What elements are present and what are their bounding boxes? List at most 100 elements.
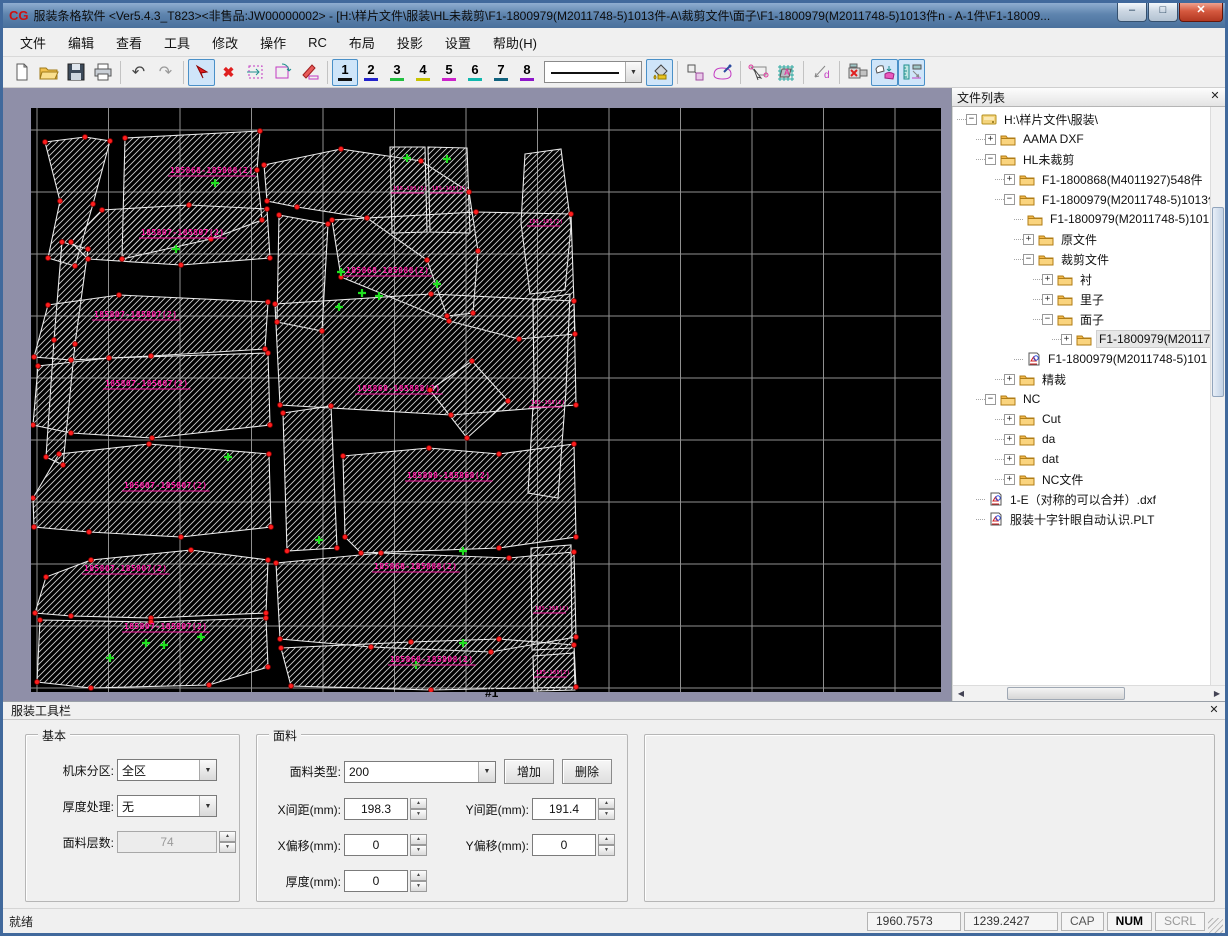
pattern-piece-center-column[interactable] [282,405,338,552]
notch-point[interactable] [263,615,269,621]
tree-item-4[interactable]: − F1-1800979(M2011748-5)1013件 [953,189,1210,209]
tree-item-18[interactable]: + NC文件 [953,469,1210,489]
machine-clear-button[interactable] [844,59,871,86]
notch-point[interactable] [265,557,271,563]
dock-close-icon[interactable]: ✕ [1207,704,1221,718]
machine-zone-select[interactable]: 全区 ▼ [117,759,217,781]
add-fabric-button[interactable]: 增加 [504,759,554,784]
minimize-button[interactable]: – [1117,3,1147,22]
expand-icon[interactable]: + [1004,413,1015,425]
save-button[interactable] [62,59,89,86]
notch-point[interactable] [43,454,49,460]
notch-point[interactable] [496,636,502,642]
notch-point[interactable] [45,302,51,308]
notch-point[interactable] [43,574,49,580]
y-offset-stepper[interactable]: ▲ ▼ [598,834,615,856]
notch-point[interactable] [334,545,340,551]
menu-item-6[interactable]: RC [297,31,338,54]
spinner-down-icon[interactable]: ▼ [410,881,427,892]
resize-grip[interactable] [1208,918,1223,933]
notch-point[interactable] [59,239,65,245]
expand-icon[interactable]: + [1042,293,1053,305]
notch-point[interactable] [37,617,43,623]
notch-point[interactable] [470,310,476,316]
notch-point[interactable] [34,679,40,685]
notch-point[interactable] [342,534,348,540]
tree-item-1[interactable]: + AAMA DXF [953,129,1210,149]
notch-point[interactable] [418,158,424,164]
notch-point[interactable] [60,462,66,468]
notch-point[interactable] [328,403,334,409]
layer-button-7[interactable]: 7 [488,59,514,86]
maximize-button[interactable]: □ [1148,3,1178,22]
close-button[interactable]: ✕ [1179,3,1223,22]
title-bar[interactable]: CG 服装条格软件 <Ver5.4.3_T823><非售品:JW00000002… [3,3,1225,28]
tree-item-16[interactable]: + da [953,429,1210,449]
spinner-down-icon[interactable]: ▼ [410,845,427,856]
tree-item-20[interactable]: 服装十字针眼自动认识.PLT [953,509,1210,529]
notch-point[interactable] [428,687,434,692]
notch-point[interactable] [86,529,92,535]
chevron-down-icon[interactable]: ▼ [199,796,216,816]
notch-point[interactable] [42,139,48,145]
notch-point[interactable] [106,355,112,361]
notch-point[interactable] [464,435,470,441]
notch-point[interactable] [428,291,434,297]
thickness-mode-select[interactable]: 无 ▼ [117,795,217,817]
notch-point[interactable] [188,547,194,553]
fabric-layers-stepper[interactable]: ▲ ▼ [219,831,236,853]
tree-item-12[interactable]: F1-1800979(M2011748-5)101 [953,349,1210,369]
notch-point[interactable] [572,331,578,337]
notch-point[interactable] [51,337,57,343]
notch-point[interactable] [119,256,125,262]
grid-text-button[interactable]: A [772,59,799,86]
notch-point[interactable] [31,354,37,360]
notch-point[interactable] [276,212,282,218]
transform-in-button[interactable] [242,59,269,86]
notch-point[interactable] [31,422,36,428]
tree-item-10[interactable]: − 面子 [953,309,1210,329]
menu-item-3[interactable]: 工具 [153,29,201,56]
menu-item-7[interactable]: 布局 [338,29,386,56]
notch-point[interactable] [277,636,283,642]
select-piece-button[interactable] [745,59,772,86]
notch-point[interactable] [278,645,284,651]
notch-point[interactable] [426,445,432,451]
spinner-up-icon[interactable]: ▲ [410,870,427,881]
thickness-field[interactable]: 0 [344,870,408,892]
notch-point[interactable] [146,441,152,447]
layer-button-1[interactable]: 1 [332,58,358,86]
menu-item-0[interactable]: 文件 [9,29,57,56]
notch-point[interactable] [444,313,450,319]
tree-hscroll-track[interactable] [969,686,1209,701]
notch-point[interactable] [573,534,579,540]
notch-point[interactable] [267,422,273,428]
notch-point[interactable] [408,639,414,645]
notch-point[interactable] [259,217,265,223]
notch-point[interactable] [35,363,41,369]
expand-icon[interactable]: + [1004,173,1015,185]
notch-point[interactable] [72,263,78,269]
notch-point[interactable] [568,211,574,217]
notch-point[interactable] [496,545,502,551]
thickness-stepper[interactable]: ▲ ▼ [410,870,427,892]
notch-point[interactable] [257,128,263,134]
x-offset-field[interactable]: 0 [344,834,408,856]
spinner-down-icon[interactable]: ▼ [410,809,427,820]
redo-button[interactable]: ↷ [152,59,179,86]
notch-point[interactable] [264,206,270,212]
spinner-up-icon[interactable]: ▲ [410,798,427,809]
offset-button[interactable] [296,59,323,86]
notch-point[interactable] [178,534,184,540]
notch-point[interactable] [45,255,51,261]
spinner-down-icon[interactable]: ▼ [598,845,615,856]
notch-point[interactable] [340,453,346,459]
dock-header[interactable]: 服装工具栏 ✕ [3,702,1225,720]
tree-item-13[interactable]: + 精裁 [953,369,1210,389]
pattern-piece-band-3-left-a[interactable] [33,294,269,361]
tree-item-8[interactable]: + 衬 [953,269,1210,289]
expand-icon[interactable]: + [1042,273,1053,285]
notch-point[interactable] [277,402,283,408]
notch-point[interactable] [446,318,452,324]
y-gap-field[interactable]: 191.4 [532,798,596,820]
